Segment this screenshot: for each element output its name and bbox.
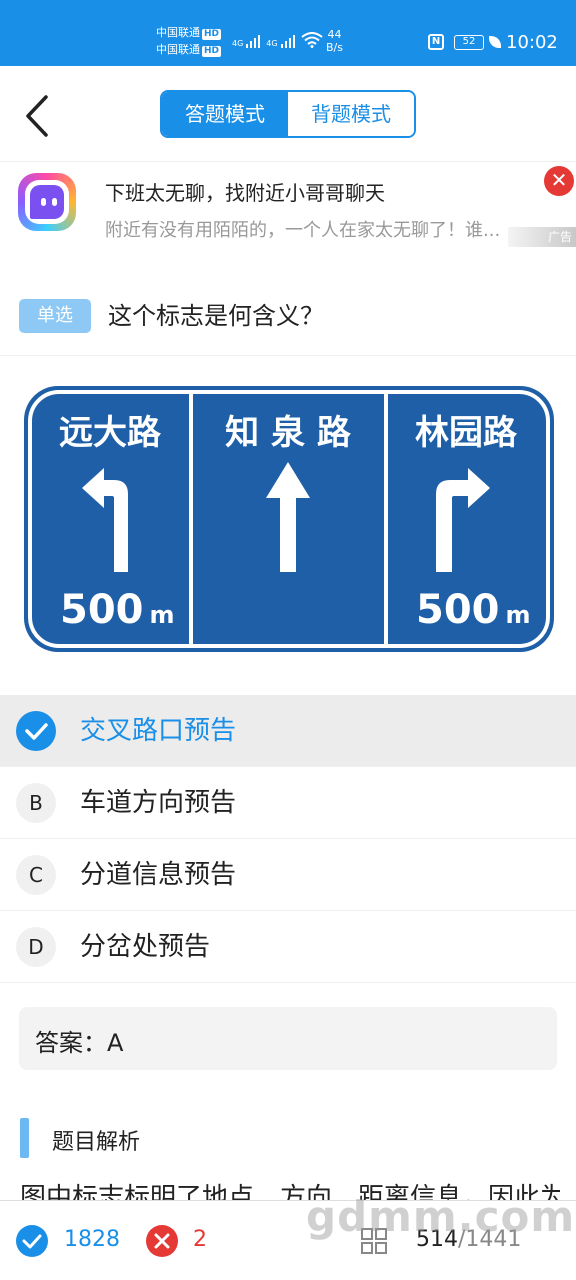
nfc-icon: N — [428, 34, 444, 50]
sign-road-left: 远大路 — [59, 413, 162, 453]
analysis-heading: 题目解析 — [52, 1130, 141, 1155]
correct-count: 1828 — [64, 1227, 120, 1252]
ad-description: 附近有没有用陌陌的，一个人在家太无聊了！谁... — [105, 220, 501, 241]
option-b-label: 车道方向预告 — [80, 788, 237, 818]
option-a[interactable]: 交叉路口预告 — [0, 695, 576, 767]
answer-box: 答案：A — [19, 1007, 557, 1070]
app-logo-icon — [18, 173, 76, 231]
option-d[interactable]: D 分岔处预告 — [0, 911, 576, 983]
speed-value: 44 — [327, 28, 342, 41]
signal-icon-2: 4G — [266, 35, 295, 48]
section-bar — [20, 1118, 29, 1158]
hd-badge-2: HD — [202, 46, 222, 57]
answer-text: 答案：A — [35, 1029, 124, 1057]
network-type-2: 4G — [266, 39, 278, 48]
mode-switch: 答题模式 背题模式 — [160, 90, 416, 138]
carrier-2: 中国联通 — [156, 43, 200, 56]
option-d-letter: D — [16, 927, 56, 967]
tab-answer-mode[interactable]: 答题模式 — [162, 92, 288, 136]
wifi-icon — [300, 32, 323, 48]
check-icon — [16, 711, 56, 751]
clock: 10:02 — [506, 32, 558, 53]
ad-banner[interactable]: 下班太无聊，找附近小哥哥聊天 附近有没有用陌陌的，一个人在家太无聊了！谁... … — [0, 163, 576, 253]
signal-icons: 4G 4G — [232, 32, 323, 48]
eco-leaf-icon — [489, 36, 501, 48]
signal-icon-1: 4G — [232, 35, 261, 48]
option-d-label: 分岔处预告 — [80, 932, 211, 962]
option-c-letter: C — [16, 855, 56, 895]
network-speed: 44 B/s — [326, 28, 343, 54]
correct-icon — [16, 1225, 48, 1257]
question-type-badge: 单选 — [19, 299, 91, 333]
carrier-info: 中国联通 HD 中国联通 HD — [156, 24, 222, 58]
option-c[interactable]: C 分道信息预告 — [0, 839, 576, 911]
battery-icon: 52 — [454, 35, 484, 50]
sign-road-right: 林园路 — [415, 413, 518, 453]
ad-close-button[interactable]: ✕ — [544, 166, 574, 196]
wrong-count: 2 — [193, 1227, 207, 1252]
top-bar: 答题模式 背题模式 — [0, 66, 576, 162]
sign-road-center: 知 泉 路 — [225, 413, 352, 453]
options-list: 交叉路口预告 B 车道方向预告 C 分道信息预告 D 分岔处预告 — [0, 695, 576, 983]
ad-title: 下班太无聊，找附近小哥哥聊天 — [105, 181, 385, 205]
back-button[interactable] — [20, 94, 56, 138]
option-b[interactable]: B 车道方向预告 — [0, 767, 576, 839]
question-header: 单选 这个标志是何含义？ — [0, 280, 576, 356]
wrong-icon — [146, 1225, 178, 1257]
status-bar: 中国联通 HD 中国联通 HD 4G 4G 44 B/s N 52 10:02 — [0, 0, 576, 66]
option-a-label: 交叉路口预告 — [80, 716, 237, 746]
speed-unit: B/s — [326, 41, 343, 54]
chevron-left-icon — [26, 95, 48, 137]
ad-tag: 广告 — [508, 227, 576, 247]
tab-study-mode[interactable]: 背题模式 — [288, 92, 414, 136]
carrier-1: 中国联通 — [156, 26, 200, 39]
question-text: 这个标志是何含义？ — [108, 302, 324, 330]
option-b-letter: B — [16, 783, 56, 823]
hd-badge-1: HD — [202, 29, 222, 40]
road-sign-image: 远大路 知 泉 路 林园路 500 m 500 m — [24, 386, 554, 652]
network-type-1: 4G — [232, 39, 244, 48]
option-c-label: 分道信息预告 — [80, 860, 237, 890]
watermark: gdmm.com — [306, 1192, 576, 1241]
